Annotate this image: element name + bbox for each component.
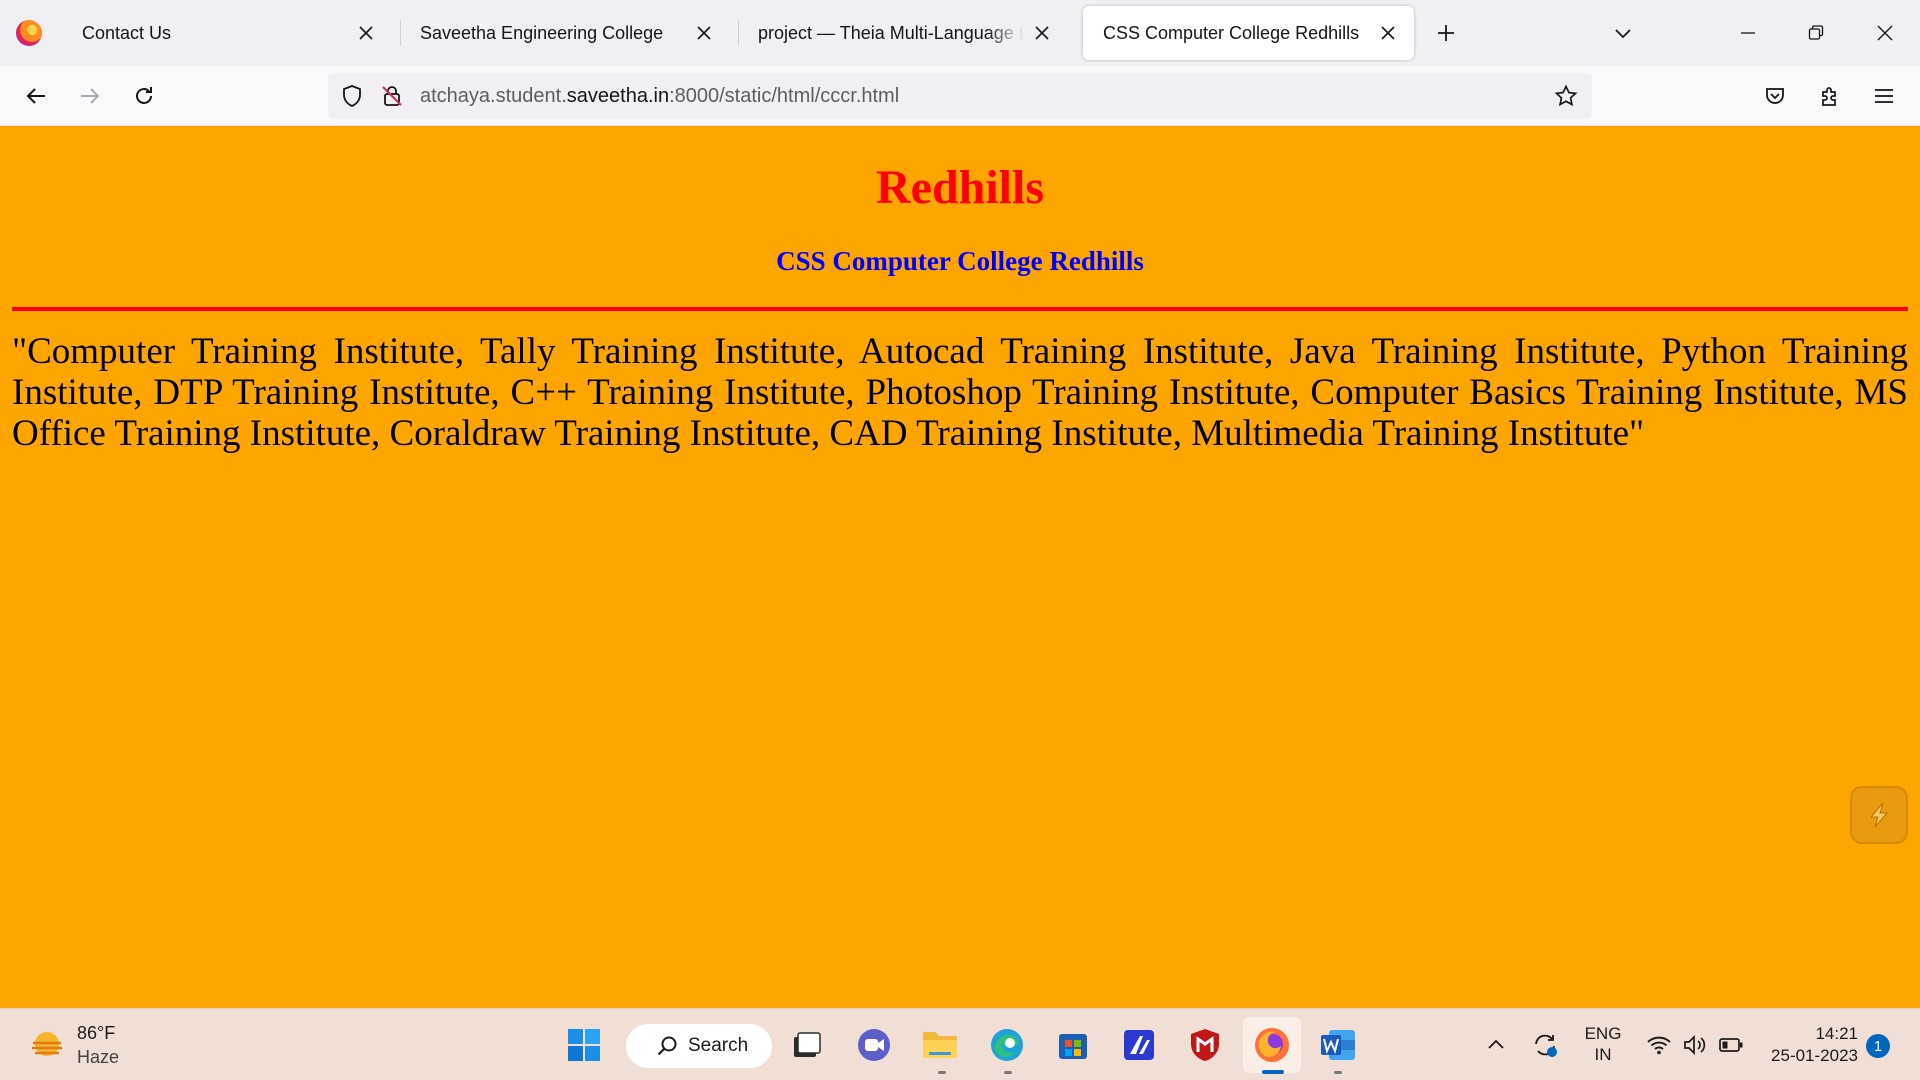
tab-css-computer-college[interactable]: CSS Computer College Redhills — [1083, 6, 1414, 60]
close-tab-icon[interactable] — [1032, 23, 1052, 43]
running-indicator — [1004, 1071, 1012, 1074]
start-button[interactable] — [562, 1023, 606, 1067]
weather-condition[interactable]: Haze — [77, 1047, 119, 1068]
firefox-menu-icon[interactable] — [16, 20, 42, 46]
plus-icon — [1438, 25, 1454, 41]
pocket-icon — [1766, 88, 1784, 104]
url-domain: saveetha.in — [566, 85, 670, 107]
tab-title: CSS Computer College Redhills — [1103, 22, 1360, 43]
new-tab-button[interactable] — [1433, 20, 1459, 46]
wifi-icon — [1647, 1036, 1671, 1055]
pinned-app-button[interactable] — [1117, 1023, 1161, 1067]
edge-icon — [991, 1029, 1023, 1061]
running-indicator — [1334, 1071, 1342, 1074]
reload-icon — [136, 87, 152, 104]
course-list-paragraph: "Computer Training Institute, Tally Trai… — [12, 331, 1908, 454]
list-all-tabs-button[interactable] — [1610, 20, 1636, 46]
file-explorer-button[interactable] — [918, 1023, 962, 1067]
insecure-lock-icon[interactable] — [380, 84, 404, 113]
address-bar[interactable]: atchaya.student.saveetha.in:8000/static/… — [328, 73, 1592, 119]
app-menu-button[interactable] — [1869, 81, 1899, 111]
firefox-icon — [1255, 1028, 1289, 1062]
windows-start-icon — [568, 1029, 600, 1061]
chat-icon — [858, 1029, 890, 1061]
weather-haze-icon[interactable] — [28, 1027, 66, 1065]
close-tab-icon[interactable] — [356, 23, 376, 43]
page-heading: Redhills — [875, 161, 1045, 214]
mcafee-button[interactable] — [1183, 1023, 1227, 1067]
search-icon — [657, 1036, 677, 1056]
clock-date: 25-01-2023 — [1771, 1046, 1858, 1065]
show-hidden-icons-button[interactable] — [1482, 1023, 1510, 1067]
restore-button[interactable] — [1803, 20, 1829, 46]
input-language-indicator[interactable]: ENG IN — [1580, 1023, 1626, 1065]
store-button[interactable] — [1051, 1023, 1095, 1067]
language-code: ENG — [1584, 1024, 1622, 1043]
tab-saveetha[interactable]: Saveetha Engineering College — [400, 6, 730, 60]
word-button[interactable] — [1316, 1023, 1360, 1067]
mcafee-icon — [1191, 1029, 1219, 1061]
back-arrow-icon — [26, 88, 45, 104]
search-label: Search — [688, 1035, 749, 1056]
task-view-icon — [794, 1032, 821, 1057]
chat-button[interactable] — [852, 1023, 896, 1067]
page-subheading: CSS Computer College Redhills — [776, 246, 1144, 276]
tab-strip: Contact Us Saveetha Engineering College … — [0, 0, 1920, 66]
firefox-button[interactable] — [1250, 1023, 1294, 1067]
region-code: IN — [1594, 1045, 1612, 1064]
sync-tray-button[interactable] — [1528, 1023, 1562, 1067]
minimize-button[interactable] — [1735, 20, 1761, 46]
minimize-icon — [1741, 32, 1755, 34]
edge-button[interactable] — [985, 1023, 1029, 1067]
pocket-button[interactable] — [1760, 81, 1790, 111]
volume-tray-button[interactable] — [1680, 1023, 1710, 1067]
tab-title: project — Theia Multi-Language Example — [758, 22, 1024, 43]
close-tab-icon[interactable] — [1378, 23, 1398, 43]
chevron-up-icon — [1488, 1039, 1504, 1049]
puzzle-icon — [1822, 87, 1836, 106]
reload-button[interactable] — [129, 81, 159, 111]
tab-contact-us[interactable]: Contact Us — [62, 6, 392, 60]
clock-time: 14:21 — [1815, 1024, 1858, 1043]
weather-temperature[interactable]: 86°F — [77, 1023, 115, 1044]
clock[interactable]: 14:21 25-01-2023 — [1740, 1023, 1858, 1067]
tab-title: Contact Us — [82, 22, 172, 43]
close-window-button[interactable] — [1872, 20, 1898, 46]
forward-button[interactable] — [75, 81, 105, 111]
chevron-down-icon — [1615, 29, 1631, 39]
shield-icon[interactable] — [340, 84, 364, 113]
app-icon — [1124, 1030, 1154, 1060]
task-view-button[interactable] — [784, 1023, 828, 1067]
running-indicator — [938, 1071, 946, 1074]
navigation-toolbar: atchaya.student.saveetha.in:8000/static/… — [0, 66, 1920, 126]
bookmark-star-icon[interactable] — [1554, 84, 1578, 113]
word-icon — [1321, 1030, 1355, 1060]
hamburger-menu-icon — [1875, 89, 1893, 103]
web-page-content: Redhills CSS Computer College Redhills "… — [0, 126, 1920, 1008]
windows-taskbar: 86°F Haze Search ENG IN 14:21 25-01-2023… — [0, 1008, 1920, 1080]
extensions-button[interactable] — [1815, 81, 1845, 111]
lightning-icon — [1869, 802, 1889, 828]
floating-extension-button[interactable] — [1850, 786, 1908, 844]
close-tab-icon[interactable] — [694, 23, 714, 43]
tab-theia-project[interactable]: project — Theia Multi-Language Example — [738, 6, 1068, 60]
store-icon — [1059, 1034, 1087, 1059]
close-icon — [1877, 25, 1893, 41]
horizontal-rule — [12, 307, 1908, 311]
tab-title: Saveetha Engineering College — [420, 22, 664, 43]
file-explorer-icon — [923, 1032, 957, 1058]
notification-badge[interactable]: 1 — [1866, 1034, 1890, 1058]
url-text[interactable]: atchaya.student.saveetha.in:8000/static/… — [420, 73, 899, 119]
active-indicator — [1262, 1070, 1284, 1074]
speaker-icon — [1684, 1034, 1706, 1056]
url-prefix: atchaya.student. — [420, 85, 567, 107]
wifi-tray-button[interactable] — [1644, 1023, 1674, 1067]
back-button[interactable] — [21, 81, 51, 111]
taskbar-search[interactable]: Search — [626, 1024, 772, 1068]
sync-icon — [1535, 1034, 1557, 1057]
forward-arrow-icon — [81, 88, 100, 104]
url-path: :8000/static/html/cccr.html — [669, 85, 900, 107]
restore-icon — [1808, 25, 1824, 40]
